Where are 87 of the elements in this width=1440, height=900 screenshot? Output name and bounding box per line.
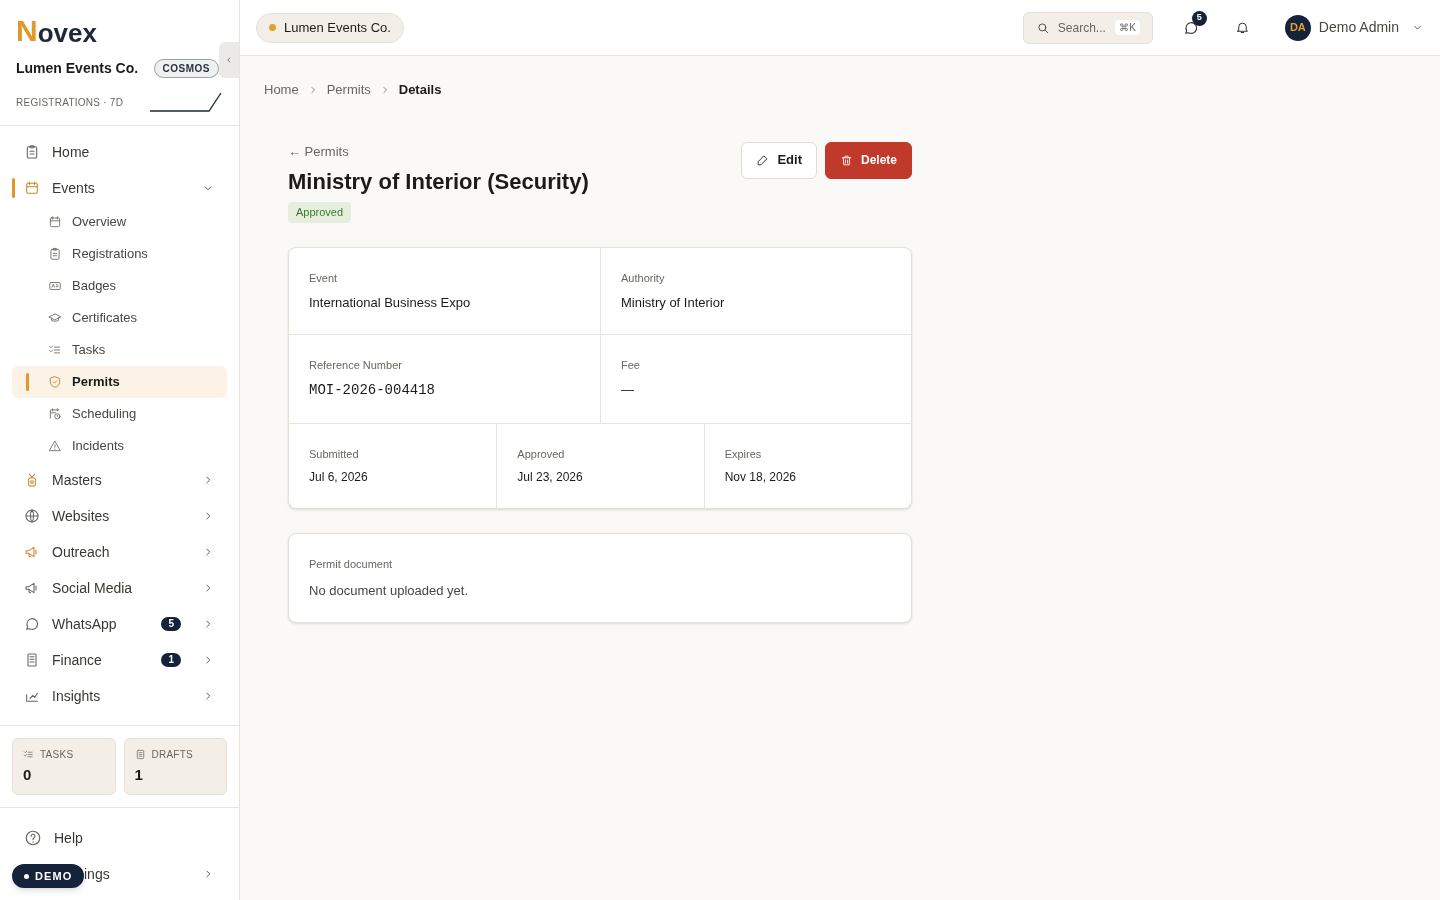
field-value: MOI-2026-004418 (309, 380, 437, 400)
shortcut-key: ⌘K (1115, 20, 1140, 35)
document-icon (24, 652, 40, 668)
nav-item[interactable]: Outreach (12, 534, 227, 570)
nav-item[interactable]: Masters (12, 462, 227, 498)
calendar-icon (48, 215, 62, 229)
clipboard-icon (24, 144, 40, 160)
field-value: Jul 23, 2026 (517, 469, 584, 486)
field-label: Approved (517, 446, 566, 462)
nav-subitem[interactable]: Permits (12, 366, 227, 398)
edit-button[interactable]: Edit (741, 141, 817, 179)
pencil-icon (756, 153, 770, 167)
messages-button[interactable]: 5 (1176, 13, 1205, 42)
breadcrumb-link[interactable]: Permits (326, 80, 371, 100)
demo-badge: DEMO (12, 864, 85, 888)
nav-item[interactable]: ings (84, 856, 227, 892)
nav-item[interactable]: Finance 1 (12, 642, 227, 678)
field-label: Authority (621, 271, 666, 286)
organization-switcher[interactable]: Lumen Events Co. (256, 12, 404, 43)
empty-state-text: No document uploaded yet. (309, 581, 469, 600)
field-value: — (621, 380, 635, 399)
nav-item[interactable]: Websites (12, 498, 227, 534)
page-title: Ministry of Interior (Security) (288, 168, 589, 196)
status-badge: Approved (288, 202, 352, 223)
nav-subitem[interactable]: Badges (12, 270, 227, 302)
nav-item[interactable]: Social Media (12, 570, 227, 606)
nav-subitem[interactable]: Scheduling (12, 398, 227, 430)
chat-icon (24, 616, 40, 632)
checklist-icon (23, 748, 34, 760)
stat-card[interactable]: TASKS 0 (12, 737, 116, 795)
user-menu[interactable]: DA Demo Admin (1284, 14, 1424, 41)
nav-subitem[interactable]: Overview (12, 206, 227, 238)
nav-subitem[interactable]: Tasks (12, 334, 227, 366)
nav-item[interactable]: Events (12, 170, 227, 206)
field-label: Expires (724, 446, 763, 462)
field-label: Submitted (309, 446, 360, 462)
delete-button[interactable]: Delete (824, 141, 912, 179)
organization-name: Lumen Events Co. (16, 59, 139, 78)
field-value: International Business Expo (309, 293, 472, 312)
checklist-icon (48, 343, 62, 357)
nav-item[interactable]: Insights (12, 678, 227, 714)
stat-value: 1 (134, 764, 144, 785)
shield-check-icon (48, 375, 62, 389)
logo-text: ovex (37, 20, 97, 46)
field-label: Permit document (309, 557, 394, 572)
nav-subitem[interactable]: Incidents (12, 430, 227, 462)
logo-mark: N (16, 16, 38, 46)
nav-item[interactable]: Help (12, 820, 227, 856)
search-field[interactable]: Search... ⌘K (1022, 11, 1153, 44)
count-badge: 5 (161, 617, 181, 631)
back-link[interactable]: ← Permits (288, 141, 589, 161)
metric-label: REGISTRATIONS · 7D (16, 95, 124, 110)
graduation-cap-icon (48, 311, 62, 325)
trash-icon (839, 153, 853, 167)
nav-subitem[interactable]: Registrations (12, 238, 227, 270)
field-label: Reference Number (309, 358, 403, 373)
chat-icon (1182, 19, 1199, 36)
field-value: Nov 18, 2026 (724, 469, 798, 486)
stat-label: DRAFTS (151, 747, 193, 762)
field-value: Jul 6, 2026 (309, 469, 369, 486)
field-label: Event (309, 271, 339, 286)
bell-icon (1235, 20, 1251, 35)
megaphone-icon (24, 544, 40, 560)
calendar-clock-icon (48, 407, 62, 421)
calendar-icon (24, 180, 40, 196)
stat-value: 0 (23, 764, 33, 785)
plan-badge: COSMOS (153, 59, 219, 78)
field-value: Ministry of Interior (621, 293, 726, 312)
count-badge: 5 (1191, 10, 1207, 26)
nav-item[interactable]: WhatsApp 5 (12, 606, 227, 642)
user-avatar: DA (1284, 14, 1311, 41)
nav-subitem[interactable]: Certificates (12, 302, 227, 334)
stat-label: TASKS (40, 747, 74, 762)
field-label: Fee (621, 358, 641, 373)
search-icon (1035, 20, 1050, 35)
help-icon (24, 829, 42, 847)
count-badge: 1 (161, 653, 181, 667)
id-card-icon (48, 279, 62, 293)
megaphone-icon (24, 580, 40, 596)
breadcrumb-link[interactable]: Home (264, 80, 299, 100)
stat-card[interactable]: DRAFTS 1 (123, 737, 227, 795)
nav-item[interactable]: Home (12, 134, 227, 170)
globe-icon (24, 508, 40, 524)
active-indicator (26, 373, 29, 391)
document-icon (134, 748, 146, 760)
warning-icon (48, 439, 62, 453)
clipboard-icon (48, 247, 62, 261)
